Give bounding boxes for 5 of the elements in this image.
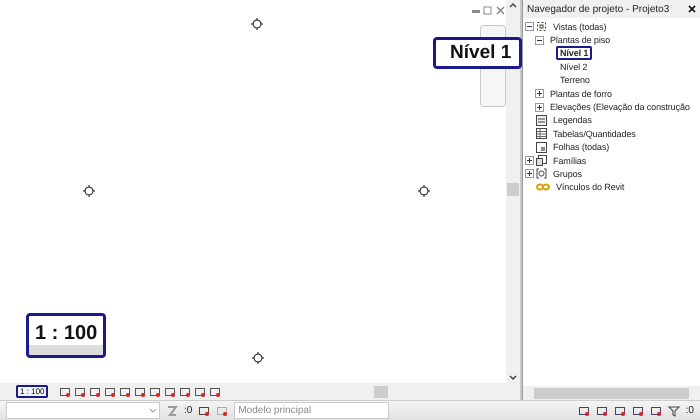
panel-title: Navegador de projeto - Projeto3: [527, 4, 670, 14]
selection-count: :0: [184, 405, 192, 416]
scale-tooltip: 1 : 100: [26, 313, 106, 358]
level-tooltip: Nível 1: [433, 37, 522, 69]
filter-count: :0: [686, 405, 694, 416]
